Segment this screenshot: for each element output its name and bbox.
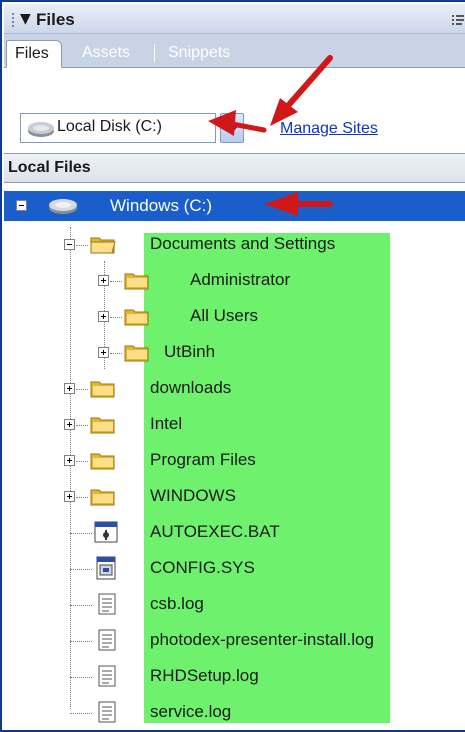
folder-icon	[90, 453, 115, 470]
log-file-icon	[98, 665, 116, 687]
log-file-icon	[98, 593, 116, 615]
tab-bar: Files Assets Snippets	[4, 34, 465, 68]
tree-root-label: Windows (C:)	[110, 196, 213, 215]
expand-toggle-icon[interactable]	[98, 347, 109, 358]
tree-row[interactable]: downloads	[4, 371, 465, 407]
manage-sites-link[interactable]: Manage Sites	[280, 120, 378, 138]
folder-icon	[124, 273, 149, 290]
tree-row[interactable]: Program Files	[4, 443, 465, 479]
tree-row[interactable]: service.log	[4, 695, 465, 731]
tab-snippets[interactable]: Snippets	[160, 40, 238, 68]
log-file-icon	[98, 629, 116, 651]
expand-toggle-icon[interactable]	[64, 419, 75, 430]
tree-row[interactable]: Intel	[4, 407, 465, 443]
tree-item-label: CONFIG.SYS	[150, 558, 255, 577]
tree-item-label: Administrator	[190, 270, 291, 289]
disk-drive-icon	[28, 122, 54, 137]
tree-item-label: photodex-presenter-install.log	[150, 630, 374, 649]
folder-icon	[90, 381, 115, 398]
file-tree: Windows (C:) Documents and Settings Admi…	[4, 183, 465, 732]
tree-item-label: All Users	[190, 306, 259, 325]
collapse-triangle-icon[interactable]: ▼	[20, 11, 31, 27]
tree-guide-line	[76, 425, 88, 426]
panel-title: Files	[36, 10, 75, 29]
tree-item-label: RHDSetup.log	[150, 666, 259, 685]
tree-item-label: UtBinh	[164, 342, 216, 361]
expand-toggle-icon[interactable]	[64, 383, 75, 394]
tree-item-label: Intel	[150, 414, 183, 433]
tree-row[interactable]: Administrator	[4, 263, 465, 299]
tree-item-label: Program Files	[150, 450, 256, 469]
tree-item-label: WINDOWS	[150, 486, 236, 505]
expand-toggle-icon[interactable]	[98, 311, 109, 322]
tree-row[interactable]: csb.log	[4, 587, 465, 623]
expand-toggle-icon[interactable]	[98, 275, 109, 286]
tree-row[interactable]: All Users	[4, 299, 465, 335]
tree-guide-line	[110, 353, 122, 354]
tree-guide-line	[76, 245, 88, 246]
tree-item-label: AUTOEXEC.BAT	[150, 522, 280, 541]
tree-guide-line	[70, 605, 92, 606]
local-files-header[interactable]: Local Files	[4, 153, 465, 183]
chevron-down-icon	[225, 124, 239, 134]
tree-root-row[interactable]: Windows (C:)	[4, 191, 465, 221]
tree-row[interactable]: CONFIG.SYS	[4, 551, 465, 587]
tab-separator	[154, 44, 155, 62]
panel-options-icon[interactable]	[450, 12, 465, 28]
drive-icon	[49, 199, 77, 214]
tree-item-label: downloads	[150, 378, 232, 397]
tree-guide-line	[110, 317, 122, 318]
tree-guide-line	[76, 461, 88, 462]
folder-icon	[90, 489, 115, 506]
tree-item-label: csb.log	[150, 594, 204, 613]
tree-row[interactable]: WINDOWS	[4, 479, 465, 515]
folder-icon	[124, 309, 149, 326]
folder-icon	[124, 345, 149, 362]
collapse-toggle-icon[interactable]	[16, 200, 27, 211]
tab-assets[interactable]: Assets	[74, 40, 138, 68]
expand-toggle-icon[interactable]	[64, 455, 75, 466]
site-toolbar: Local Disk (C:) Manage Sites	[4, 69, 465, 153]
tree-row[interactable]: Documents and Settings	[4, 227, 465, 263]
drag-grip-icon[interactable]	[11, 12, 15, 28]
tree-guide-line	[70, 569, 92, 570]
expand-toggle-icon[interactable]	[64, 491, 75, 502]
site-select[interactable]: Local Disk (C:)	[20, 113, 216, 143]
tree-guide-line	[110, 281, 122, 282]
folder-open-icon	[90, 237, 116, 254]
tree-guide-line	[76, 497, 88, 498]
collapse-toggle-icon[interactable]	[64, 239, 75, 250]
tab-files[interactable]: Files	[6, 40, 62, 68]
tree-guide-line	[70, 641, 92, 642]
files-panel: ▼ Files Files Assets Snippets Local Disk…	[0, 0, 465, 732]
local-files-title: Local Files	[8, 159, 91, 176]
tree-row[interactable]: UtBinh	[4, 335, 465, 371]
log-file-icon	[98, 701, 116, 723]
site-select-value: Local Disk (C:)	[57, 118, 162, 135]
tree-guide-line	[70, 533, 92, 534]
panel-header[interactable]: ▼ Files	[4, 4, 465, 34]
tree-guide-line	[76, 389, 88, 390]
tree-row[interactable]: AUTOEXEC.BAT	[4, 515, 465, 551]
tree-item-label: service.log	[150, 702, 232, 721]
tree-row[interactable]: photodex-presenter-install.log	[4, 623, 465, 659]
batch-file-icon	[94, 521, 118, 543]
folder-icon	[90, 417, 115, 434]
tree-guide-line	[70, 677, 92, 678]
site-dropdown-button[interactable]	[220, 113, 244, 143]
tree-item-label: Documents and Settings	[150, 234, 336, 253]
system-file-icon	[96, 556, 116, 580]
tree-row[interactable]: RHDSetup.log	[4, 659, 465, 695]
tree-guide-line	[70, 713, 92, 714]
